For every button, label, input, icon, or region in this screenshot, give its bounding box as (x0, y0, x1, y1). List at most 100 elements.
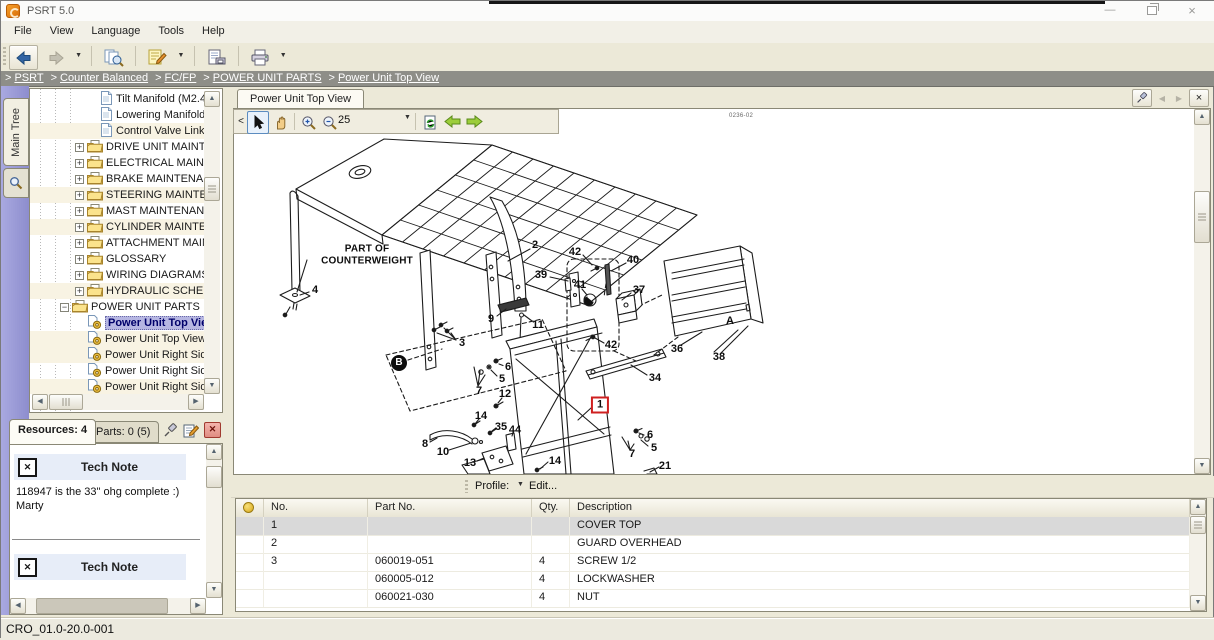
viewer-close-button[interactable]: × (1189, 89, 1209, 107)
callout-9[interactable]: 9 (488, 313, 494, 325)
tree-item-power-unit-right-side-vie[interactable]: Power Unit Right Side Vie (30, 347, 204, 363)
forward-button[interactable] (41, 45, 70, 70)
callout-34[interactable]: 34 (649, 372, 661, 384)
column-header-no[interactable]: No. (264, 499, 368, 517)
tree-item-attachment-mainten[interactable]: +ATTACHMENT MAINTEN (30, 235, 204, 251)
profile-edit-link[interactable]: Edit... (529, 480, 557, 492)
annotate-button[interactable] (143, 45, 172, 70)
breadcrumb-link-power-unit-top-view[interactable]: Power Unit Top View (338, 72, 439, 84)
expand-plus-icon[interactable]: + (75, 255, 84, 264)
scroll-down-button[interactable]: ▼ (1194, 458, 1210, 474)
viewer-next-button[interactable]: ▶ (1172, 90, 1186, 106)
column-header-description[interactable]: Description (570, 499, 1190, 517)
callout-2[interactable]: 2 (532, 239, 538, 251)
tree-item-tilt-manifold-m2-4-20[interactable]: Tilt Manifold (M2.4-20 (30, 91, 204, 107)
tree-item-power-unit-parts[interactable]: −POWER UNIT PARTS (30, 299, 204, 315)
callout-6[interactable]: 6 (505, 361, 511, 373)
main-tree-tab[interactable]: Main Tree (3, 98, 29, 166)
callout-8[interactable]: 8 (422, 438, 428, 450)
back-history-dropdown[interactable]: ▼ (73, 45, 84, 68)
zoom-in-button[interactable] (298, 111, 320, 134)
tree-item-brake-maintenance[interactable]: +BRAKE MAINTENANCE (30, 171, 204, 187)
callout-44[interactable]: 44 (509, 424, 521, 436)
resources-close-button[interactable]: ✕ (204, 422, 221, 438)
callout-38[interactable]: 38 (713, 351, 725, 363)
tree-item-mast-maintenance[interactable]: +MAST MAINTENANCE (30, 203, 204, 219)
profile-bar-grip[interactable] (465, 480, 468, 493)
select-tool-button[interactable] (247, 111, 269, 134)
search-tab[interactable] (3, 168, 29, 198)
table-scroll-thumb[interactable] (1190, 516, 1206, 534)
callout-7[interactable]: 7 (629, 448, 635, 460)
callout-21[interactable]: 21 (659, 460, 671, 472)
back-button[interactable] (9, 45, 38, 70)
print-dropdown[interactable]: ▼ (278, 45, 289, 68)
resources-tab-resources-4[interactable]: Resources: 4 (9, 419, 96, 445)
scroll-right-button[interactable]: ▶ (188, 394, 204, 410)
print-button[interactable] (246, 45, 275, 70)
viewer-scroll-thumb[interactable] (1194, 191, 1210, 243)
resources-tab-parts-0-5[interactable]: Parts: 0 (5) (87, 421, 159, 443)
table-row[interactable]: 1COVER TOP (236, 517, 1190, 536)
menu-item-file[interactable]: File (5, 21, 41, 37)
expand-plus-icon[interactable]: + (75, 191, 84, 200)
table-row[interactable]: 3060019-0514SCREW 1/2 (236, 553, 1190, 572)
refresh-view-button[interactable] (419, 111, 441, 134)
callout-7[interactable]: 7 (476, 385, 482, 397)
tree-item-control-valve-linkage[interactable]: Control Valve Linkage (30, 123, 204, 139)
resources-hscroll-thumb[interactable] (36, 598, 168, 614)
expand-plus-icon[interactable]: + (75, 239, 84, 248)
print-preview-button[interactable] (202, 45, 231, 70)
zoom-level-value[interactable]: 25 (338, 114, 350, 126)
annotate-dropdown[interactable]: ▼ (175, 45, 186, 68)
viewer-prev-button[interactable]: ◀ (1155, 90, 1169, 106)
table-row[interactable]: 2GUARD OVERHEAD (236, 535, 1190, 554)
scroll-down-button[interactable]: ▼ (1190, 595, 1206, 611)
tree-vertical-scrollbar[interactable]: ▲ ▼ (204, 91, 220, 394)
close-button[interactable]: × (1177, 3, 1207, 19)
callout-41[interactable]: 41 (574, 279, 586, 291)
search-documents-button[interactable] (99, 45, 128, 70)
pan-tool-button[interactable] (270, 111, 292, 134)
table-row[interactable]: 060021-0304NUT (236, 589, 1190, 608)
menu-item-view[interactable]: View (41, 21, 83, 37)
breadcrumb-link-fc-fp[interactable]: FC/FP (165, 72, 197, 84)
callout-10[interactable]: 10 (437, 446, 449, 458)
expand-plus-icon[interactable]: + (75, 287, 84, 296)
scroll-up-button[interactable]: ▲ (1190, 499, 1206, 515)
toolbar-collapse-icon[interactable]: < (236, 111, 246, 132)
menu-item-help[interactable]: Help (193, 21, 234, 37)
viewer-tab[interactable]: Power Unit Top View (237, 89, 364, 108)
expand-plus-icon[interactable]: + (75, 223, 84, 232)
column-header-part-no[interactable]: Part No. (368, 499, 532, 517)
tree-item-glossary[interactable]: +GLOSSARY (30, 251, 204, 267)
callout-14[interactable]: 14 (475, 410, 487, 422)
tree-scroll-thumb[interactable] (204, 177, 220, 201)
scroll-up-button[interactable]: ▲ (206, 444, 222, 460)
scroll-right-button[interactable]: ▶ (190, 598, 206, 614)
tree-item-cylinder-maintenanc[interactable]: +CYLINDER MAINTENANC (30, 219, 204, 235)
breadcrumb-link-power-unit-parts[interactable]: POWER UNIT PARTS (213, 72, 322, 84)
callout-40[interactable]: 40 (627, 254, 639, 266)
expand-plus-icon[interactable]: + (75, 143, 84, 152)
tree-hscroll-thumb[interactable] (49, 394, 83, 410)
restore-button[interactable] (1137, 3, 1167, 19)
tree-item-wiring-diagrams[interactable]: +WIRING DIAGRAMS (30, 267, 204, 283)
tree-item-hydraulic-schematic[interactable]: +HYDRAULIC SCHEMATIC (30, 283, 204, 299)
tree-item-steering-maintenanc[interactable]: +STEERING MAINTENANC (30, 187, 204, 203)
callout-4[interactable]: 4 (312, 284, 318, 296)
tree-item-power-unit-right-side-vie[interactable]: Power Unit Right Side Vie (30, 379, 204, 394)
scroll-down-button[interactable]: ▼ (204, 378, 220, 394)
scroll-left-button[interactable]: ◀ (32, 394, 48, 410)
callout-37[interactable]: 37 (633, 284, 645, 296)
tree-item-lowering-manifold-m[interactable]: Lowering Manifold (M (30, 107, 204, 123)
breadcrumb-link-psrt[interactable]: PSRT (14, 72, 43, 84)
callout-36[interactable]: 36 (671, 343, 683, 355)
callout-14[interactable]: 14 (549, 455, 561, 467)
callout-42[interactable]: 42 (569, 246, 581, 258)
tree-item-power-unit-top-view-01[interactable]: Power Unit Top View (01 (30, 331, 204, 347)
scroll-up-button[interactable]: ▲ (1194, 109, 1210, 125)
minimize-button[interactable]: — (1095, 3, 1125, 19)
callout-42[interactable]: 42 (605, 339, 617, 351)
resources-horizontal-scrollbar[interactable]: ◀ ▶ (10, 598, 206, 614)
